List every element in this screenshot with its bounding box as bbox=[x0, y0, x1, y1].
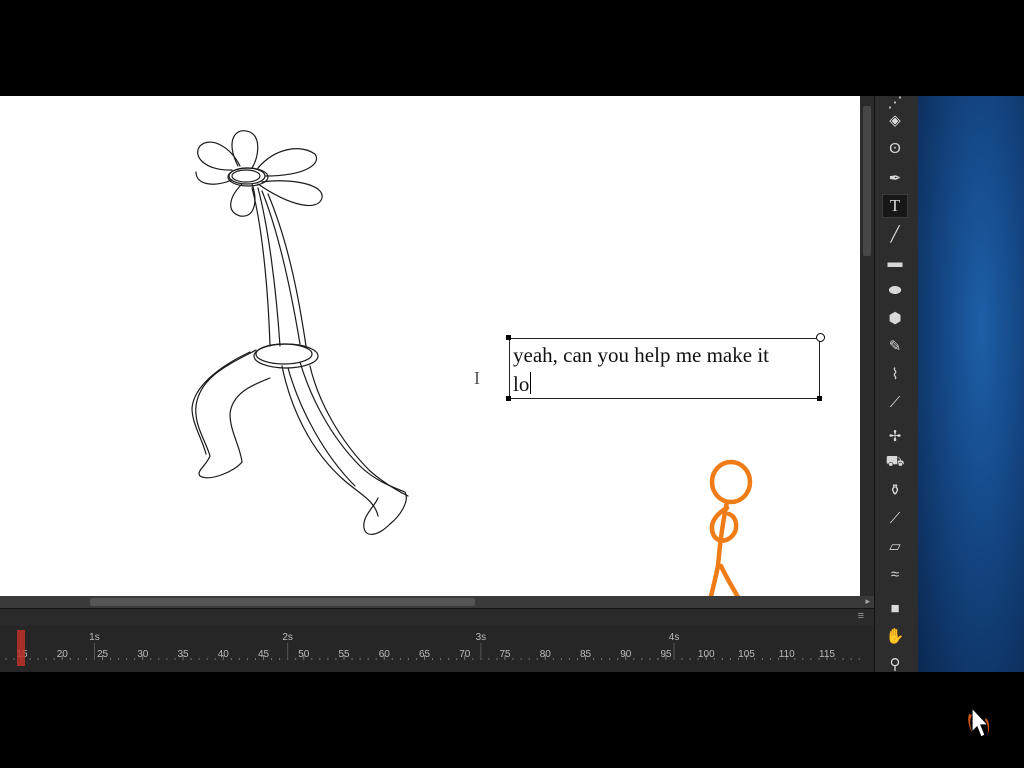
textbox-handle-bottom-left[interactable] bbox=[506, 396, 511, 401]
polystar-icon[interactable]: ⬢ bbox=[882, 306, 908, 330]
playhead bbox=[17, 630, 25, 666]
bone-icon[interactable]: ✢ bbox=[882, 424, 908, 448]
frame-number-label: 35 bbox=[177, 649, 189, 660]
timeline-ruler[interactable]: 1520253035404550556065707580859095100105… bbox=[0, 626, 874, 666]
eraser-icon[interactable]: ▱ bbox=[882, 534, 908, 558]
seconds-label: 2s bbox=[282, 632, 293, 643]
width-icon[interactable]: ≈ bbox=[882, 562, 908, 586]
tools-panel: ⋰ ◈ ʘ ✒ T ╱ ▬ ⬬ ⬢ ✎ ⌇ ⟋ ✢ ⛟ ⚱ ⟋ ▱ ≈ ■ ✋ ⚲ bbox=[874, 96, 919, 672]
frame-number-label: 65 bbox=[419, 649, 431, 660]
rectangle-icon[interactable]: ▬ bbox=[882, 250, 908, 274]
frame-number-label: 20 bbox=[57, 649, 69, 660]
animate-window: I yeah, can you help me make it lo ▸ ≡ 1… bbox=[0, 96, 1024, 672]
frame-number-label: 95 bbox=[660, 649, 672, 660]
frame-number-label: 110 bbox=[779, 649, 795, 660]
stage-horizontal-scrollbar[interactable]: ▸ bbox=[0, 596, 874, 608]
frame-number-label: 70 bbox=[459, 649, 471, 660]
paintbrush-icon[interactable]: ⌇ bbox=[882, 362, 908, 386]
textbox-handle-top-left[interactable] bbox=[506, 335, 511, 340]
frame-number-label: 105 bbox=[738, 649, 755, 660]
textbox-handle-bottom-right[interactable] bbox=[817, 396, 822, 401]
frame-number-label: 50 bbox=[298, 649, 310, 660]
stage-vertical-scrollbar[interactable] bbox=[860, 96, 874, 601]
frame-number-label: 85 bbox=[580, 649, 592, 660]
frame-number-label: 45 bbox=[258, 649, 270, 660]
camera-icon[interactable]: ■ bbox=[882, 596, 908, 620]
text-box-line-2: lo bbox=[513, 370, 819, 399]
pen-icon[interactable]: ✒ bbox=[882, 166, 908, 190]
hand-icon[interactable]: ✋ bbox=[882, 624, 908, 648]
transform-icon[interactable]: ◈ bbox=[882, 108, 908, 132]
paint-bucket-icon[interactable]: ⛟ bbox=[882, 450, 908, 474]
oval-icon[interactable]: ⬬ bbox=[882, 278, 908, 302]
horizontal-scroll-thumb[interactable] bbox=[90, 598, 475, 606]
timeline-header: ≡ bbox=[0, 608, 874, 627]
frame-number-label: 60 bbox=[379, 649, 391, 660]
line-icon[interactable]: ╱ bbox=[882, 222, 908, 246]
lasso-icon[interactable]: ʘ bbox=[882, 136, 908, 160]
frame-number-label: 75 bbox=[499, 649, 511, 660]
frame-number-label: 25 bbox=[97, 649, 109, 660]
seconds-label: 3s bbox=[476, 632, 487, 643]
frame-number-label: 100 bbox=[698, 649, 715, 660]
panel-menu-icon[interactable]: ≡ bbox=[858, 610, 864, 622]
vertical-scroll-thumb[interactable] bbox=[863, 106, 871, 256]
desktop-background bbox=[918, 96, 1024, 672]
ink-bottle-icon[interactable]: ⚱ bbox=[882, 478, 908, 502]
text-box-line-2-text: lo bbox=[513, 372, 530, 396]
seconds-label: 4s bbox=[669, 632, 680, 643]
pencil-icon[interactable]: ✎ bbox=[882, 334, 908, 358]
stage-canvas[interactable]: I yeah, can you help me make it lo bbox=[0, 96, 860, 672]
frame-number-label: 30 bbox=[137, 649, 149, 660]
frame-number-label: 80 bbox=[540, 649, 552, 660]
sketch-character bbox=[191, 130, 409, 535]
mouse-pointer-icon bbox=[968, 706, 990, 738]
frame-number-label: 55 bbox=[338, 649, 350, 660]
textbox-resize-handle[interactable] bbox=[816, 333, 825, 342]
zoom-icon[interactable]: ⚲ bbox=[882, 652, 908, 672]
frame-number-label: 40 bbox=[218, 649, 230, 660]
stick-figure bbox=[707, 459, 753, 601]
timeline-panel[interactable]: 1520253035404550556065707580859095100105… bbox=[0, 626, 874, 672]
text-box-line-1: yeah, can you help me make it bbox=[513, 343, 769, 367]
text-cursor-icon: I bbox=[474, 368, 480, 388]
scroll-right-arrow-icon[interactable]: ▸ bbox=[865, 596, 870, 607]
brush-icon[interactable]: ⟋ bbox=[882, 390, 908, 414]
frame-number-label: 90 bbox=[620, 649, 632, 660]
seconds-label: 1s bbox=[89, 632, 100, 643]
text-icon[interactable]: T bbox=[882, 194, 908, 218]
eyedropper-icon[interactable]: ⟋ bbox=[882, 506, 908, 530]
text-caret bbox=[530, 372, 532, 394]
frame-number-label: 115 bbox=[819, 649, 835, 660]
text-box[interactable]: yeah, can you help me make it lo bbox=[509, 338, 820, 399]
